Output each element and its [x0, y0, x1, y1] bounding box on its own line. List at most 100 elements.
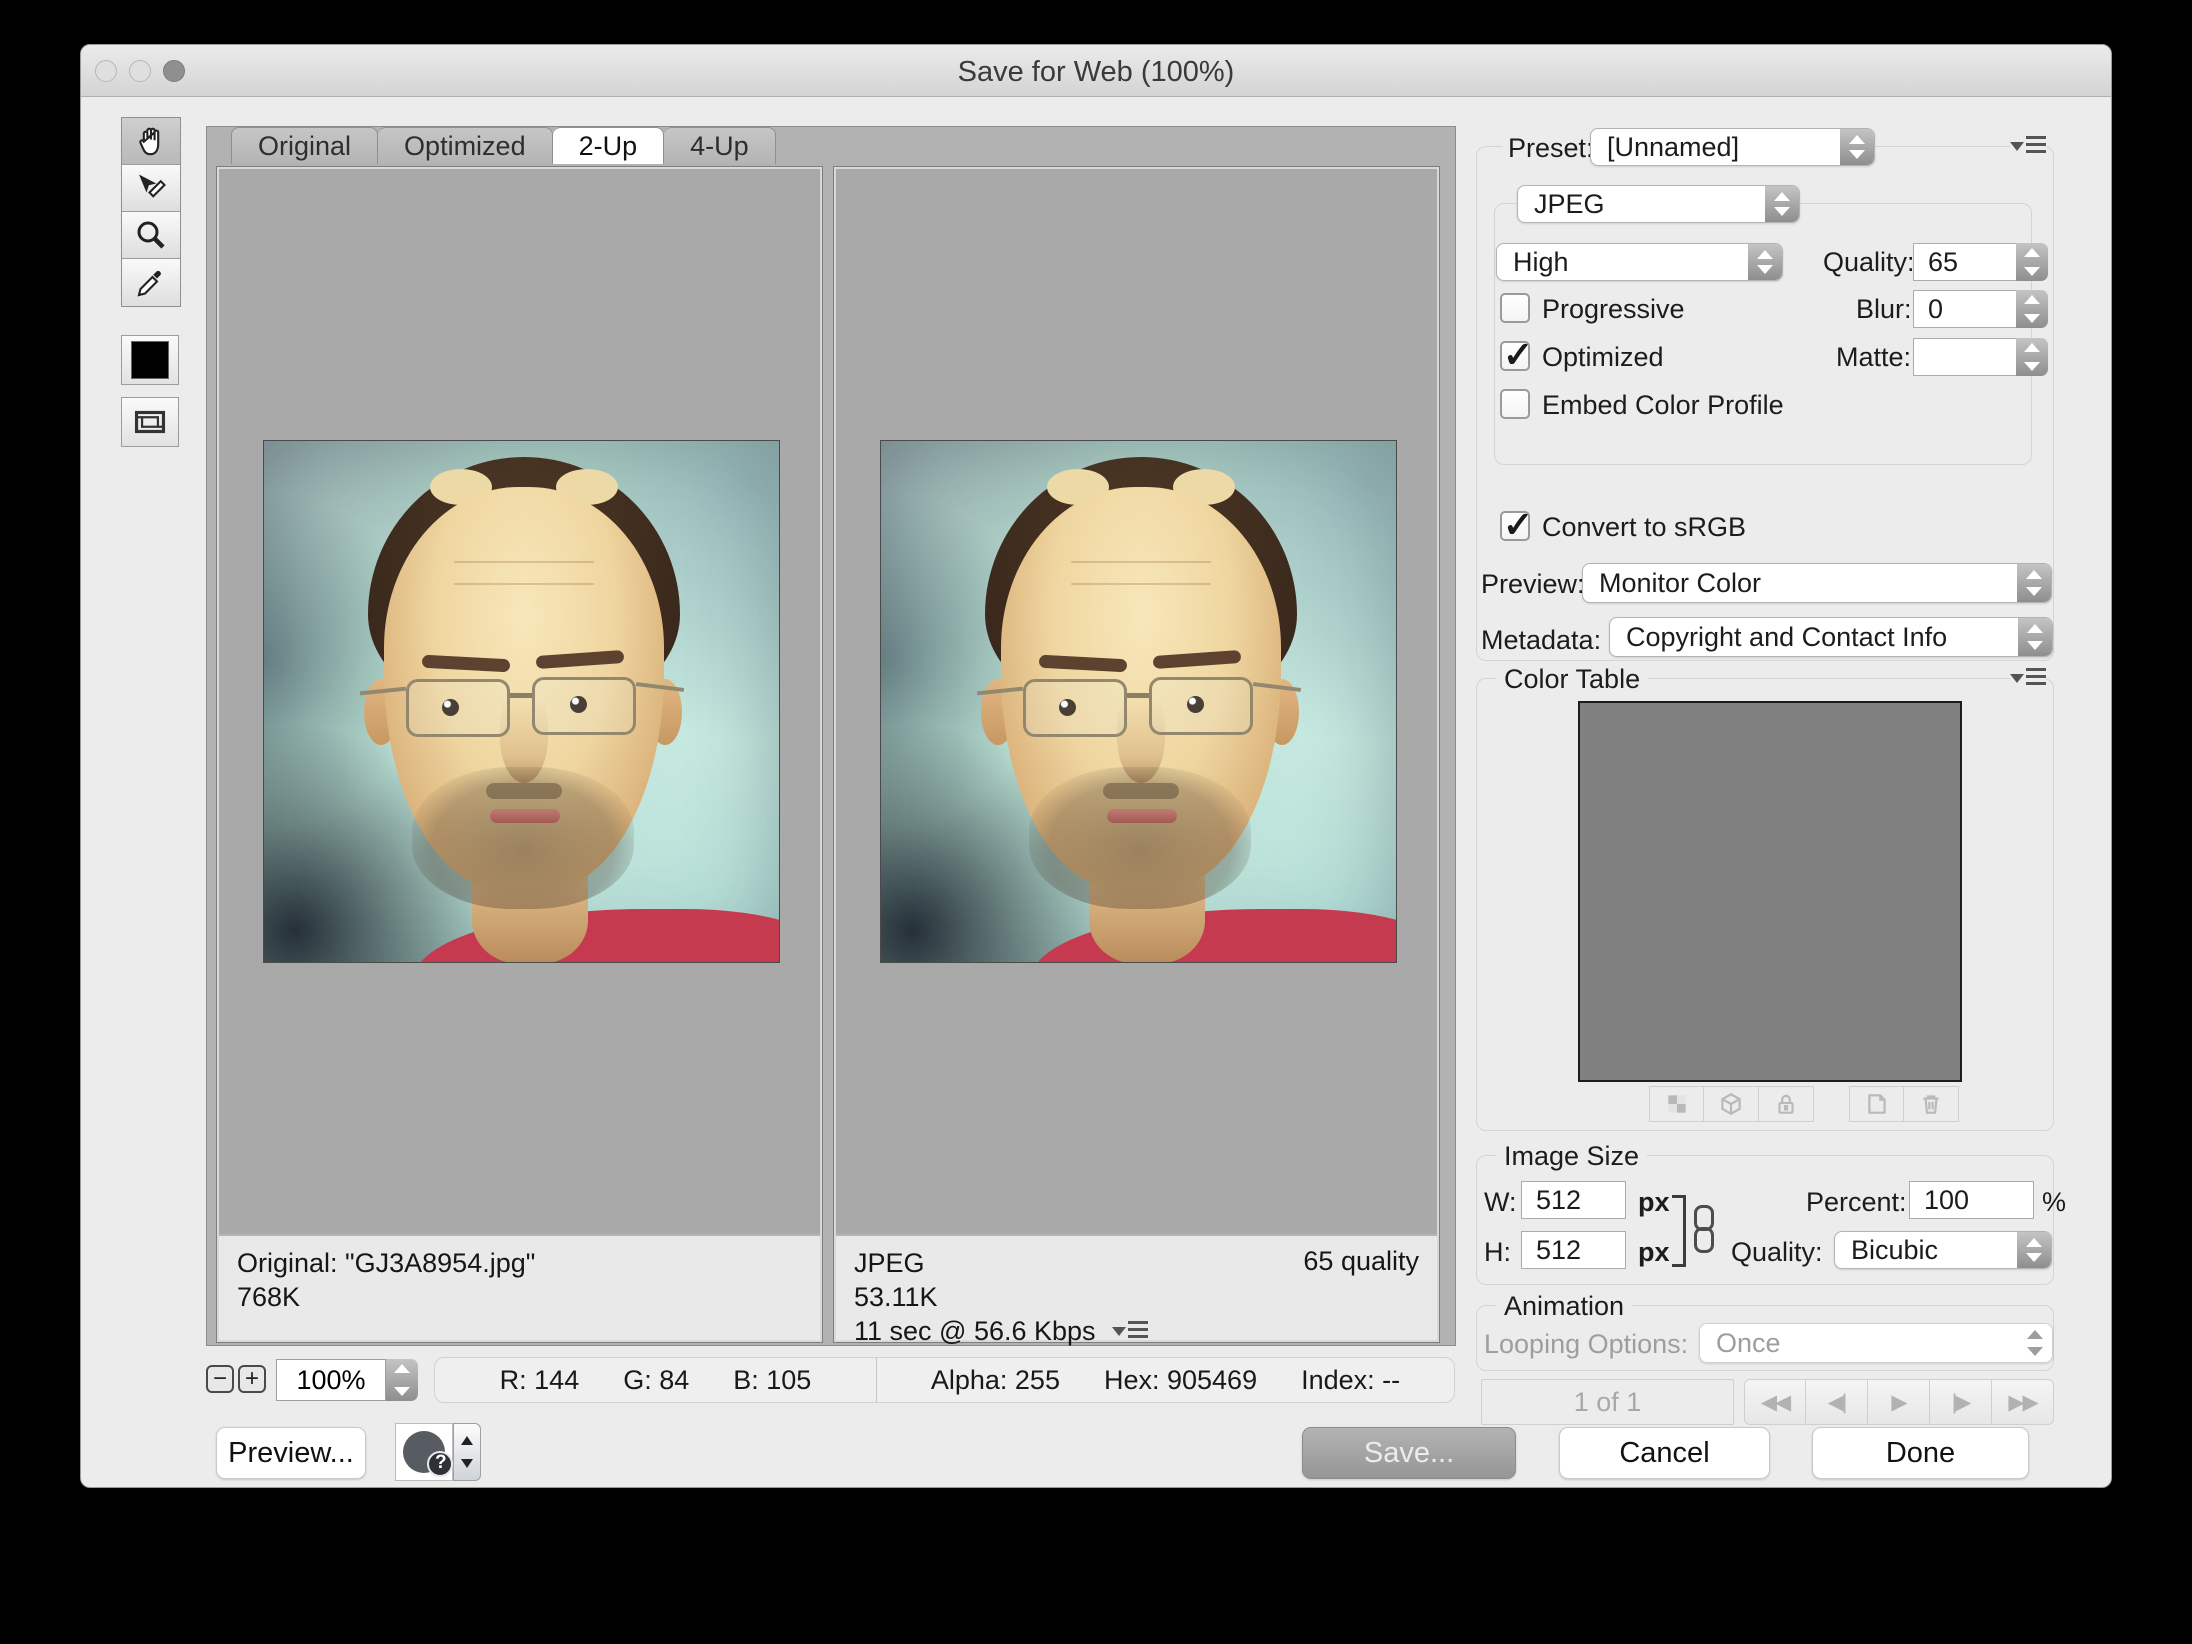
original-preview-image[interactable] — [263, 440, 780, 963]
optimized-info-bar: JPEG 53.11K 11 sec @ 56.6 Kbps 65 qualit… — [836, 1234, 1437, 1340]
animation-label: Animation — [1496, 1291, 1632, 1322]
width-unit: px — [1638, 1187, 1670, 1218]
first-frame-button[interactable]: ◀◀ — [1744, 1379, 1806, 1425]
quality-field[interactable]: 65 — [1913, 243, 2017, 281]
tab-2up-label: 2-Up — [579, 131, 638, 162]
convert-srgb-checkbox[interactable] — [1500, 511, 1530, 541]
progressive-checkbox[interactable] — [1500, 293, 1530, 323]
hex-value: Hex: 905469 — [1104, 1365, 1257, 1396]
hand-tool-button[interactable] — [122, 118, 180, 165]
portrait-glasses — [881, 441, 1396, 962]
optimized-checkbox[interactable] — [1500, 341, 1530, 371]
blur-stepper-icon[interactable] — [2016, 290, 2048, 328]
preset-select[interactable]: [Unnamed] — [1590, 128, 1875, 166]
eyedropper-color-swatch[interactable] — [121, 335, 179, 385]
tab-optimized[interactable]: Optimized — [378, 127, 553, 164]
color-table-swatches[interactable] — [1578, 701, 1962, 1082]
previous-frame-icon: ◀| — [1828, 1390, 1846, 1415]
compression-value: High — [1513, 247, 1569, 278]
web-shift-button[interactable] — [1704, 1086, 1759, 1122]
resample-quality-value: Bicubic — [1851, 1235, 1938, 1266]
width-value: 512 — [1536, 1185, 1581, 1216]
cancel-button[interactable]: Cancel — [1559, 1427, 1770, 1479]
preview-button-label: Preview... — [228, 1437, 354, 1470]
eyedropper-tool-button[interactable] — [122, 259, 180, 306]
resample-quality-select[interactable]: Bicubic — [1834, 1231, 2052, 1269]
glasses-lens — [1023, 679, 1127, 737]
preset-menu-icon[interactable] — [2010, 135, 2046, 157]
play-button[interactable]: ▶ — [1868, 1379, 1930, 1425]
tab-2up[interactable]: 2-Up — [553, 127, 665, 164]
metadata-label: Metadata: — [1481, 625, 1601, 656]
view-tabs: Original Optimized 2-Up 4-Up — [231, 127, 776, 164]
zoom-stepper-icon[interactable] — [386, 1359, 418, 1401]
chain-link-icon[interactable] — [1692, 1203, 1716, 1255]
preview-in-browser-button[interactable]: Preview... — [216, 1427, 366, 1479]
eyedropper-icon — [133, 265, 169, 301]
toggle-slices-visibility-button[interactable] — [121, 397, 179, 447]
download-rate-menu-icon[interactable] — [1112, 1320, 1148, 1342]
snap-to-web-palette-button[interactable] — [1649, 1086, 1704, 1122]
settings-panel: Preset: [Unnamed] JPEG High Quality: 65 … — [1476, 45, 2076, 1489]
optimized-preview-image[interactable] — [880, 440, 1397, 963]
blur-field[interactable]: 0 — [1913, 290, 2017, 328]
zoom-level-field[interactable]: 100% — [276, 1359, 386, 1401]
delete-color-button[interactable] — [1904, 1086, 1959, 1122]
done-button[interactable]: Done — [1812, 1427, 2029, 1479]
next-frame-button[interactable]: |▶ — [1930, 1379, 1992, 1425]
height-value: 512 — [1536, 1235, 1581, 1266]
tab-4up-label: 4-Up — [690, 131, 749, 162]
optimized-filesize: 53.11K — [854, 1280, 1419, 1314]
original-filename: Original: "GJ3A8954.jpg" — [237, 1246, 802, 1280]
embed-color-profile-checkbox[interactable] — [1500, 389, 1530, 419]
looping-options-select[interactable]: Once — [1699, 1323, 2053, 1363]
metadata-select[interactable]: Copyright and Contact Info — [1609, 617, 2053, 657]
optimized-label: Optimized — [1542, 342, 1664, 373]
color-table-menu-icon[interactable] — [2010, 667, 2046, 689]
color-table-label: Color Table — [1496, 664, 1648, 695]
format-select[interactable]: JPEG — [1517, 185, 1800, 223]
convert-srgb-label: Convert to sRGB — [1542, 512, 1746, 543]
resample-stepper-icon — [2017, 1232, 2051, 1268]
format-stepper-icon — [1765, 186, 1799, 222]
width-field[interactable]: 512 — [1521, 1181, 1626, 1219]
original-pane[interactable]: Original: "GJ3A8954.jpg" 768K — [217, 167, 822, 1342]
image-size-label: Image Size — [1496, 1141, 1647, 1172]
height-field[interactable]: 512 — [1521, 1231, 1626, 1269]
zoom-out-button[interactable]: − — [206, 1365, 234, 1393]
zoom-tool-button[interactable] — [122, 212, 180, 259]
preset-stepper-icon — [1840, 129, 1874, 165]
tab-4up[interactable]: 4-Up — [664, 127, 776, 164]
looping-options-value: Once — [1716, 1328, 1781, 1359]
percent-value: 100 — [1924, 1185, 1969, 1216]
new-color-button[interactable] — [1849, 1086, 1904, 1122]
glasses-lens — [406, 679, 510, 737]
slice-select-tool-button[interactable] — [122, 165, 180, 212]
previous-frame-button[interactable]: ◀| — [1806, 1379, 1868, 1425]
alpha-hex-readout: Alpha: 255 Hex: 905469 Index: -- — [877, 1358, 1454, 1402]
screen: Save for Web (100%) — [0, 0, 2192, 1644]
height-label: H: — [1484, 1237, 1511, 1268]
matte-stepper-icon[interactable] — [2016, 338, 2048, 376]
lock-color-button[interactable] — [1759, 1086, 1814, 1122]
optimized-pane[interactable]: JPEG 53.11K 11 sec @ 56.6 Kbps 65 qualit… — [834, 167, 1439, 1342]
select-browser-button[interactable] — [395, 1423, 453, 1481]
cancel-button-label: Cancel — [1619, 1437, 1709, 1470]
quality-stepper-icon[interactable] — [2016, 243, 2048, 281]
save-button[interactable]: Save... — [1302, 1427, 1516, 1479]
save-button-label: Save... — [1364, 1437, 1454, 1470]
last-frame-button[interactable]: ▶▶ — [1992, 1379, 2054, 1425]
tab-original[interactable]: Original — [231, 127, 378, 164]
glasses-bridge — [1127, 693, 1149, 698]
format-value: JPEG — [1534, 189, 1605, 220]
browser-select-stepper-icon[interactable] — [453, 1423, 481, 1481]
looping-stepper-icon — [2018, 1324, 2052, 1362]
zoom-in-button[interactable]: + — [238, 1365, 266, 1393]
green-value: G: 84 — [623, 1365, 689, 1396]
progressive-label: Progressive — [1542, 294, 1685, 325]
preview-mode-select[interactable]: Monitor Color — [1582, 563, 2052, 603]
percent-field[interactable]: 100 — [1909, 1181, 2034, 1219]
glasses-bridge — [510, 693, 532, 698]
compression-select[interactable]: High — [1496, 243, 1783, 281]
matte-field[interactable] — [1913, 338, 2017, 376]
